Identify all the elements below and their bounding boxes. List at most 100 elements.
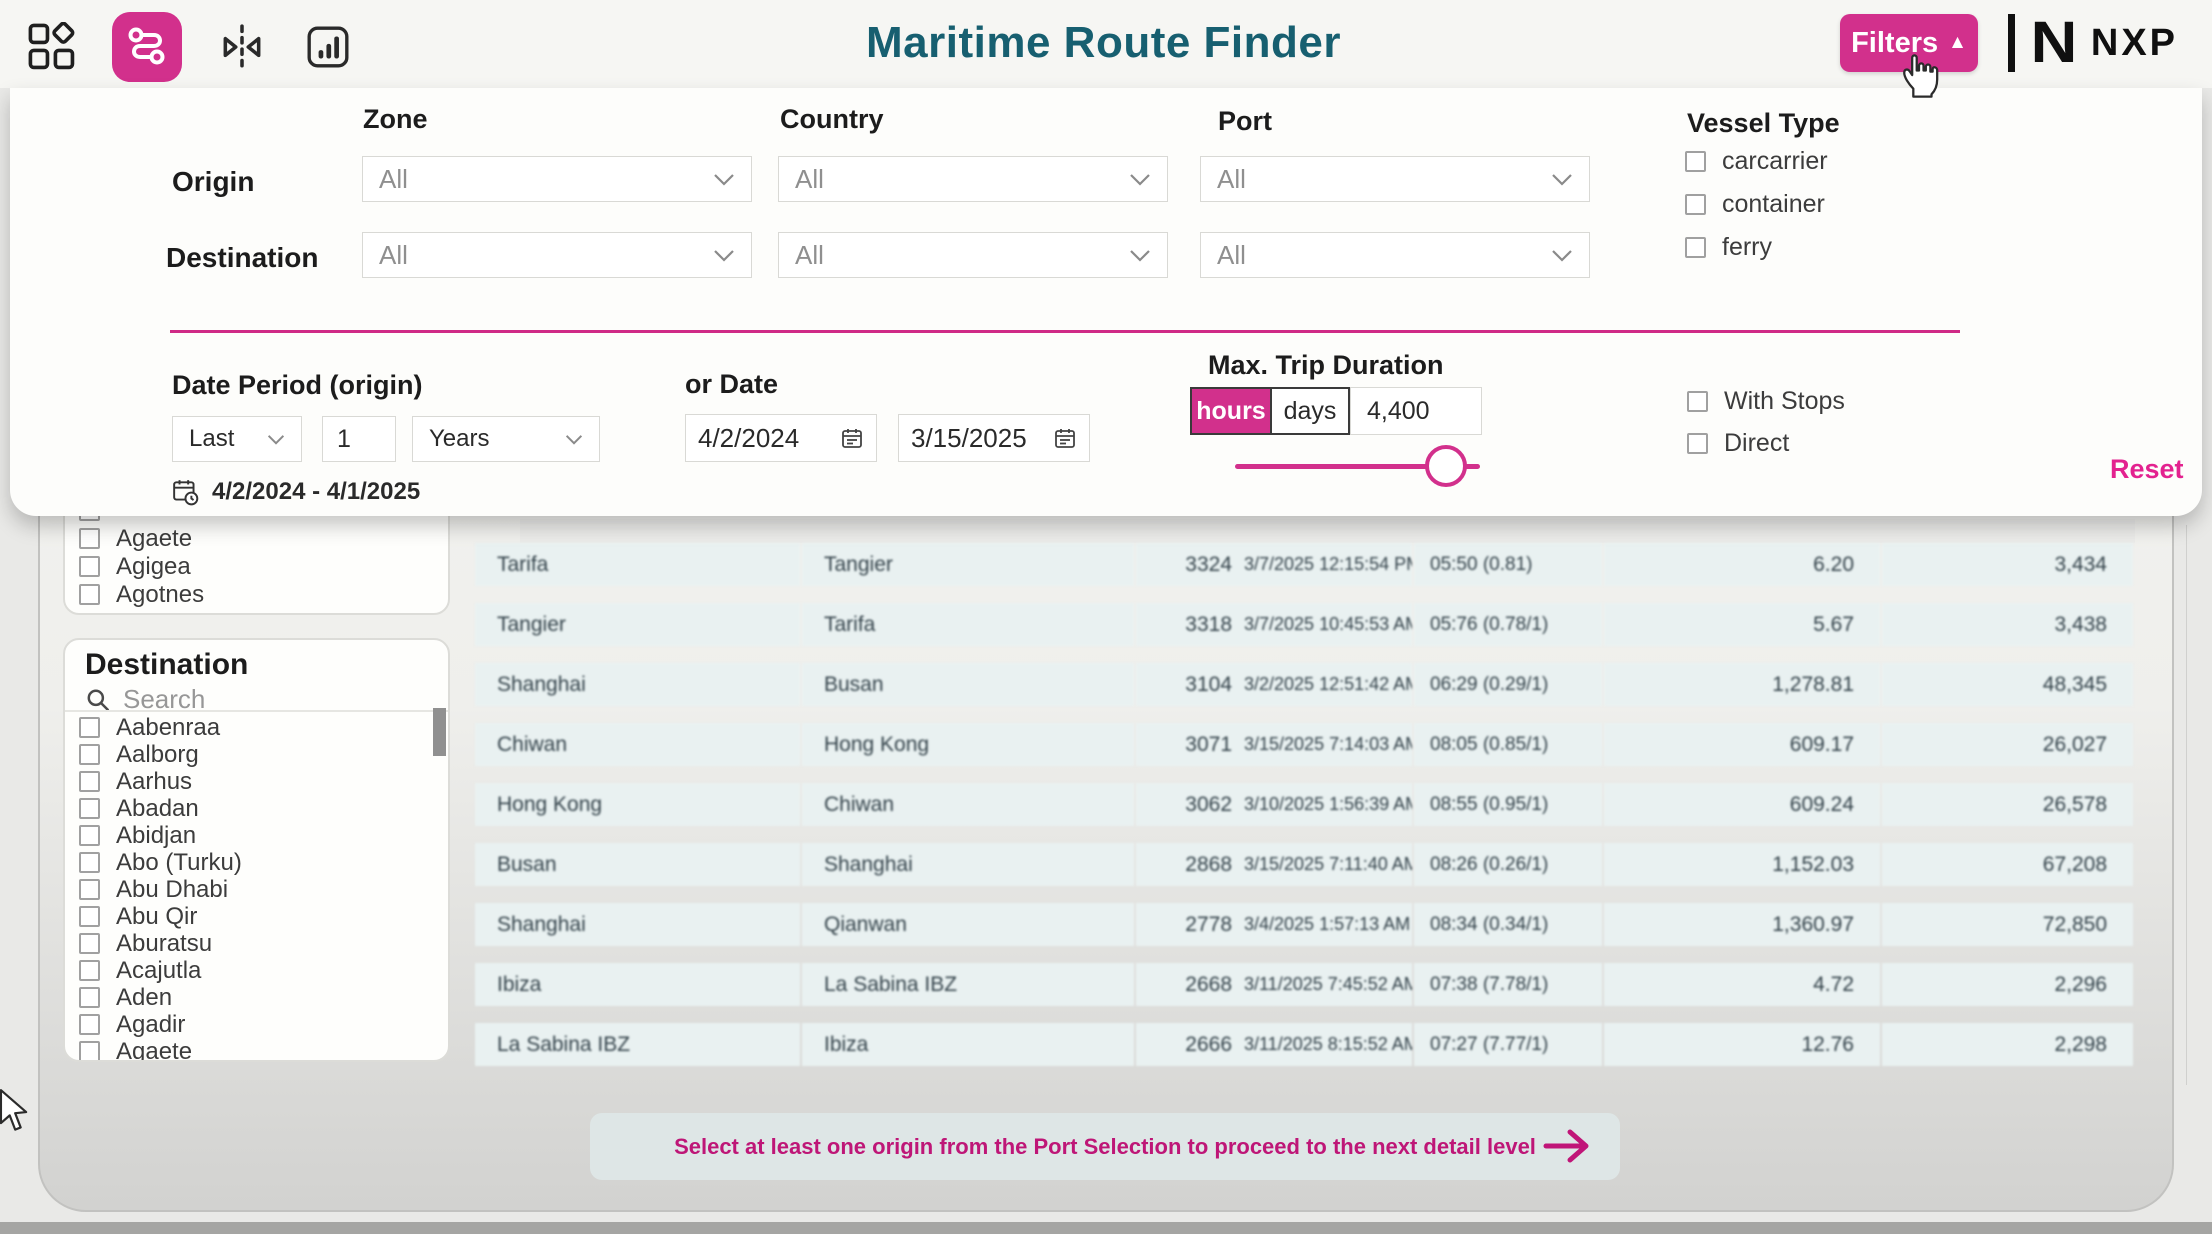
- destination-list-item[interactable]: Aburatsu: [79, 930, 242, 957]
- checkbox-label: container: [1722, 190, 1825, 219]
- origin-port-dropdown[interactable]: All: [1200, 156, 1590, 202]
- table-cell-destination: Ibiza: [802, 1023, 1134, 1066]
- table-cell-destination: Busan: [802, 663, 1134, 706]
- date-from-input[interactable]: 4/2/2024: [685, 414, 877, 462]
- table-row[interactable]: La Sabina IBZIbiza26663/11/2025 8:15:52 …: [475, 1023, 2135, 1066]
- checkbox[interactable]: [1687, 391, 1708, 412]
- table-cell-origin: Shanghai: [475, 903, 800, 946]
- scrollbar-thumb[interactable]: [433, 708, 446, 756]
- vessel-type-option[interactable]: container: [1685, 191, 1828, 218]
- route-option[interactable]: With Stops: [1687, 388, 1845, 415]
- hours-toggle-button[interactable]: hours: [1192, 389, 1270, 433]
- destination-country-dropdown[interactable]: All: [778, 232, 1168, 278]
- table-row[interactable]: BusanShanghai28683/15/2025 7:11:40 AM08:…: [475, 843, 2135, 886]
- nxp-wordmark: NXP: [2091, 22, 2178, 65]
- destination-list-item[interactable]: Agaete: [79, 1038, 242, 1062]
- checkbox[interactable]: [79, 556, 100, 577]
- checkbox[interactable]: [79, 1041, 100, 1062]
- destination-row-label: Destination: [166, 242, 318, 274]
- chevron-down-icon: [713, 173, 735, 186]
- destination-list-item[interactable]: Aalborg: [79, 741, 242, 768]
- table-cell-destination: Chiwan: [802, 783, 1134, 826]
- destination-list-item[interactable]: Abu Dhabi: [79, 876, 242, 903]
- date-period-mode-dropdown[interactable]: Last: [172, 416, 302, 462]
- mirror-icon[interactable]: [216, 21, 268, 73]
- proceed-arrow-button[interactable]: [1540, 1127, 1596, 1170]
- duration-slider-handle[interactable]: [1425, 445, 1467, 487]
- days-toggle-button[interactable]: days: [1270, 389, 1348, 433]
- checkbox[interactable]: [79, 798, 100, 819]
- vessel-type-option[interactable]: ferry: [1685, 234, 1828, 261]
- origin-list-item[interactable]: Agigea: [79, 553, 204, 580]
- table-row[interactable]: ShanghaiBusan31043/2/2025 12:51:42 AM06:…: [475, 663, 2135, 706]
- checkbox[interactable]: [1687, 433, 1708, 454]
- destination-zone-dropdown[interactable]: All: [362, 232, 752, 278]
- destination-list-item[interactable]: Aarhus: [79, 768, 242, 795]
- checkbox[interactable]: [79, 933, 100, 954]
- table-cell-avg: 609.24: [1604, 783, 1880, 826]
- origin-list-item[interactable]: Agotnes: [79, 581, 204, 608]
- max-duration-input[interactable]: [1350, 387, 1482, 435]
- checkbox[interactable]: [79, 584, 100, 605]
- date-to-input[interactable]: 3/15/2025: [898, 414, 1090, 462]
- checkbox[interactable]: [79, 1014, 100, 1035]
- table-row[interactable]: TangierTarifa33183/7/2025 10:45:53 AM05:…: [475, 603, 2135, 646]
- destination-list-item[interactable]: Abu Qir: [79, 903, 242, 930]
- checkbox-label: Agadir: [116, 1011, 185, 1039]
- checkbox[interactable]: [79, 987, 100, 1008]
- checkbox[interactable]: [1685, 151, 1706, 172]
- destination-list-item[interactable]: Acajutla: [79, 957, 242, 984]
- destination-list-item[interactable]: Aden: [79, 984, 242, 1011]
- destination-list-item[interactable]: Abidjan: [79, 822, 242, 849]
- origin-country-dropdown[interactable]: All: [778, 156, 1168, 202]
- destination-list-item[interactable]: Abadan: [79, 795, 242, 822]
- table-row[interactable]: ShanghaiQianwan27783/4/2025 1:57:13 AM08…: [475, 903, 2135, 946]
- checkbox[interactable]: [79, 771, 100, 792]
- destination-list-item[interactable]: Aabenraa: [79, 714, 242, 741]
- chart-icon[interactable]: [302, 21, 354, 73]
- filters-toggle-button[interactable]: Filters ▲: [1840, 14, 1978, 72]
- checkbox[interactable]: [79, 906, 100, 927]
- table-row[interactable]: TarifaTangier33243/7/2025 12:15:54 PM05:…: [475, 543, 2135, 586]
- port-column-header: Port: [1218, 106, 1272, 137]
- route-table: TarifaTangier33243/7/2025 12:15:54 PM05:…: [475, 543, 2135, 1083]
- destination-port-dropdown[interactable]: All: [1200, 232, 1590, 278]
- checkbox[interactable]: [1685, 194, 1706, 215]
- checkbox-label: Abidjan: [116, 822, 196, 850]
- destination-list-item[interactable]: Agadir: [79, 1011, 242, 1038]
- checkbox-label: Agaete: [116, 1038, 192, 1063]
- apps-icon[interactable]: [26, 21, 78, 73]
- checkbox-label: Aden: [116, 984, 172, 1012]
- table-cell-total: 26,027: [1882, 723, 2133, 766]
- origin-row-label: Origin: [172, 166, 254, 198]
- vessel-type-options: carcarrier container ferry: [1685, 148, 1828, 261]
- table-row[interactable]: ChiwanHong Kong30713/15/2025 7:14:03 AM0…: [475, 723, 2135, 766]
- route-options: With Stops Direct: [1687, 388, 1845, 457]
- date-period-unit-dropdown[interactable]: Years: [412, 416, 600, 462]
- checkbox[interactable]: [79, 852, 100, 873]
- checkbox[interactable]: [79, 744, 100, 765]
- reset-button[interactable]: Reset: [2110, 454, 2184, 485]
- origin-list-item[interactable]: Agaete: [79, 525, 204, 552]
- checkbox[interactable]: [1685, 237, 1706, 258]
- checkbox-label: Direct: [1724, 429, 1789, 458]
- route-option[interactable]: Direct: [1687, 430, 1845, 457]
- vessel-type-option[interactable]: carcarrier: [1685, 148, 1828, 175]
- table-cell-duration: 06:29 (0.29/1): [1414, 663, 1602, 706]
- date-period-amount-input[interactable]: [322, 416, 396, 462]
- checkbox[interactable]: [79, 879, 100, 900]
- duration-unit-toggle: hours days: [1190, 387, 1350, 435]
- checkbox[interactable]: [79, 825, 100, 846]
- destination-list-item[interactable]: Abo (Turku): [79, 849, 242, 876]
- origin-zone-dropdown[interactable]: All: [362, 156, 752, 202]
- table-cell-origin: Shanghai: [475, 663, 800, 706]
- table-scrollbar-track[interactable]: [2186, 525, 2187, 1085]
- checkbox[interactable]: [79, 960, 100, 981]
- nav-icon-bar: [26, 12, 354, 82]
- route-icon[interactable]: [112, 12, 182, 82]
- table-row[interactable]: IbizaLa Sabina IBZ26683/11/2025 7:45:52 …: [475, 963, 2135, 1006]
- checkbox[interactable]: [79, 528, 100, 549]
- table-cell-departure: 3/4/2025 1:57:13 AM: [1240, 903, 1412, 946]
- table-row[interactable]: Hong KongChiwan30623/10/2025 1:56:39 AM0…: [475, 783, 2135, 826]
- checkbox[interactable]: [79, 717, 100, 738]
